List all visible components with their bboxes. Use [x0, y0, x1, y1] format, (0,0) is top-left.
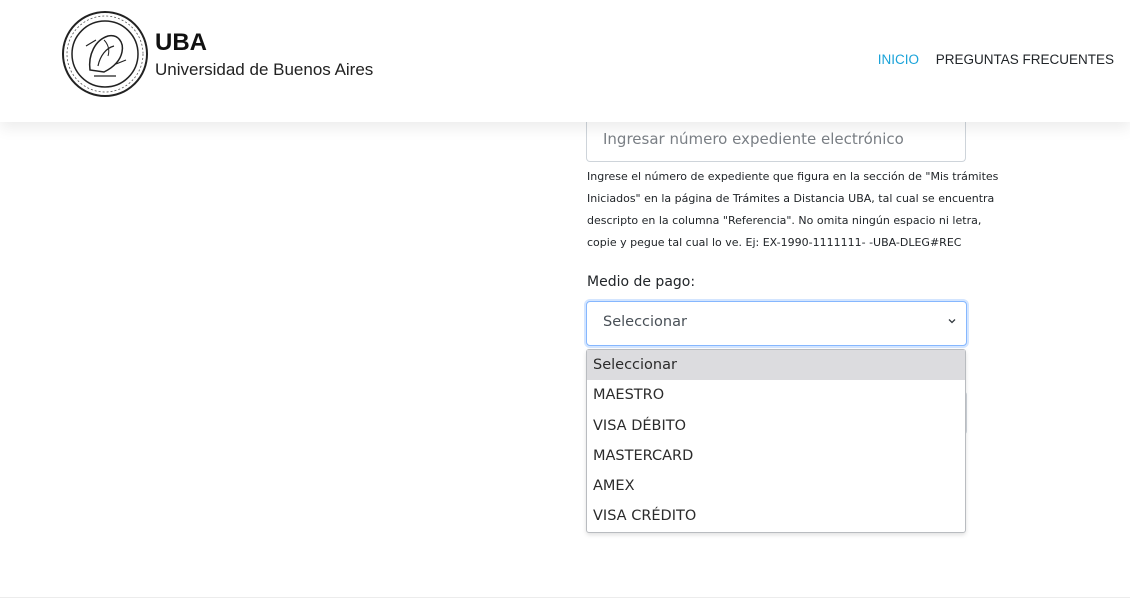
- medio-pago-selected-value: Seleccionar: [603, 314, 687, 330]
- nav-link-inicio[interactable]: INICIO: [878, 52, 919, 67]
- help-line: Ingrese el número de expediente que figu…: [587, 170, 999, 183]
- expediente-input[interactable]: Ingresar número expediente electrónico: [586, 118, 966, 162]
- help-line: descripto en la columna "Referencia". No…: [587, 214, 982, 227]
- option-amex[interactable]: AMEX: [587, 471, 965, 501]
- uba-seal-icon[interactable]: [60, 10, 150, 98]
- chevron-down-icon: [948, 319, 956, 324]
- nav-link-preguntas-frecuentes[interactable]: PREGUNTAS FRECUENTES: [936, 52, 1114, 67]
- brand-title: UBA: [155, 29, 207, 56]
- site-header: UBA Universidad de Buenos Aires INICIO P…: [0, 0, 1130, 122]
- expediente-help-text: Ingrese el número de expediente que figu…: [587, 166, 1017, 254]
- option-maestro[interactable]: MAESTRO: [587, 380, 965, 410]
- brand-subtitle: Universidad de Buenos Aires: [155, 60, 374, 79]
- option-visa-credito[interactable]: VISA CRÉDITO: [587, 501, 965, 531]
- help-line: Iniciados" en la página de Trámites a Di…: [587, 192, 995, 205]
- option-visa-debito[interactable]: VISA DÉBITO: [587, 411, 965, 441]
- medio-pago-options-list: Seleccionar MAESTRO VISA DÉBITO MASTERCA…: [586, 349, 966, 533]
- medio-pago-select[interactable]: Seleccionar: [586, 301, 967, 346]
- help-line: copie y pegue tal cual lo ve. Ej: EX-199…: [587, 236, 962, 249]
- medio-pago-label: Medio de pago:: [587, 274, 696, 290]
- main-nav: INICIO PREGUNTAS FRECUENTES: [865, 52, 1114, 67]
- option-mastercard[interactable]: MASTERCARD: [587, 441, 965, 471]
- option-seleccionar[interactable]: Seleccionar: [587, 350, 965, 381]
- footer-divider: [0, 597, 1130, 598]
